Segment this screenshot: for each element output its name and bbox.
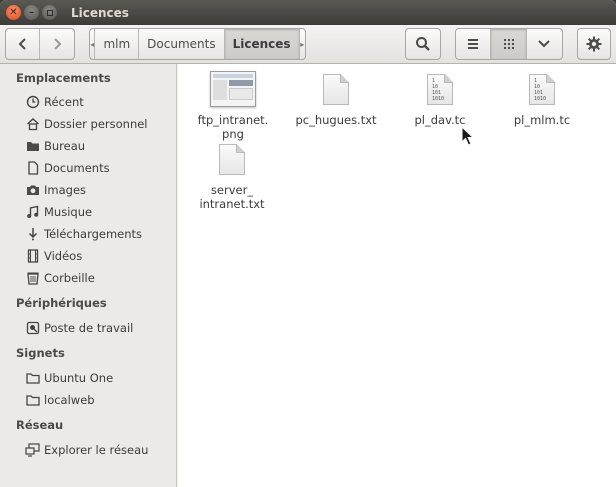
settings-button[interactable] bbox=[577, 28, 611, 60]
sidebar-item-videos[interactable]: Vidéos bbox=[0, 246, 176, 266]
file-item[interactable]: pc_hugues.txt bbox=[288, 70, 384, 127]
arrow-left-icon: ◂ bbox=[90, 39, 95, 49]
folder-icon bbox=[25, 139, 40, 154]
file-item[interactable]: 1 10 101 1010 pl_mlm.tc bbox=[494, 70, 590, 127]
sidebar-item-desktop[interactable]: Bureau bbox=[0, 136, 176, 156]
path-bar: ◂ mlm Documents Licences ▸ bbox=[89, 28, 306, 60]
section-title-devices: Périphériques bbox=[16, 296, 107, 310]
sidebar-item-downloads[interactable]: Téléchargements bbox=[0, 224, 176, 244]
title-bar: ✕ – Licences bbox=[0, 0, 616, 25]
text-file-icon bbox=[323, 70, 349, 108]
path-scroll-right-button[interactable]: ▸ bbox=[300, 29, 305, 59]
section-title-places: Emplacements bbox=[16, 71, 111, 85]
window-title: Licences bbox=[71, 5, 129, 20]
view-options-button[interactable] bbox=[527, 29, 562, 59]
close-window-button[interactable]: ✕ bbox=[6, 5, 21, 20]
search-button[interactable] bbox=[405, 28, 441, 60]
grid-view-button[interactable] bbox=[491, 29, 527, 59]
arrow-right-icon: ▸ bbox=[300, 39, 305, 49]
image-thumbnail-icon bbox=[210, 70, 256, 108]
film-icon bbox=[25, 249, 40, 264]
sidebar-item-music[interactable]: Musique bbox=[0, 202, 176, 222]
maximize-window-button[interactable] bbox=[42, 5, 57, 20]
sidebar-item-computer[interactable]: Poste de travail bbox=[0, 318, 176, 338]
folder-icon bbox=[25, 393, 40, 408]
list-icon bbox=[468, 39, 479, 49]
sidebar-item-ubuntu-one[interactable]: Ubuntu One bbox=[0, 368, 176, 388]
breadcrumb-documents[interactable]: Documents bbox=[139, 29, 225, 59]
clock-icon bbox=[25, 95, 40, 110]
download-icon bbox=[25, 227, 40, 242]
sidebar-item-recent[interactable]: Récent bbox=[0, 92, 176, 112]
music-icon bbox=[25, 205, 40, 220]
sidebar-item-documents[interactable]: Documents bbox=[0, 158, 176, 178]
breadcrumb-licences[interactable]: Licences bbox=[224, 29, 300, 59]
trash-icon bbox=[25, 271, 40, 286]
home-icon bbox=[25, 117, 40, 132]
document-icon bbox=[25, 161, 40, 176]
history-nav-group bbox=[5, 28, 75, 60]
sidebar-item-trash[interactable]: Corbeille bbox=[0, 268, 176, 288]
maximize-icon bbox=[46, 9, 53, 16]
folder-icon bbox=[25, 371, 40, 386]
network-icon bbox=[25, 443, 40, 458]
mouse-pointer-icon bbox=[461, 126, 475, 146]
file-item[interactable]: ftp_intranet. png bbox=[185, 70, 281, 141]
sidebar-item-browse-network[interactable]: Explorer le réseau bbox=[0, 440, 176, 460]
text-file-icon bbox=[219, 140, 245, 178]
chevron-left-icon bbox=[18, 38, 26, 50]
sidebar: Emplacements Récent Dossier personnel Bu… bbox=[0, 64, 177, 487]
sidebar-item-home[interactable]: Dossier personnel bbox=[0, 114, 176, 134]
forward-button[interactable] bbox=[40, 29, 74, 59]
binary-file-icon: 1 10 101 1010 bbox=[427, 70, 453, 108]
chevron-down-icon bbox=[538, 40, 551, 48]
section-title-network: Réseau bbox=[16, 418, 64, 432]
file-manager-window: ✕ – Licences ◂ mlm Documents Licences ▸ bbox=[0, 0, 616, 487]
camera-icon bbox=[25, 183, 40, 198]
search-icon bbox=[416, 37, 430, 51]
sidebar-item-images[interactable]: Images bbox=[0, 180, 176, 200]
section-title-bookmarks: Signets bbox=[16, 346, 65, 360]
file-item[interactable]: server_ intranet.txt bbox=[184, 140, 280, 211]
minimize-icon: – bbox=[29, 6, 34, 18]
toolbar: ◂ mlm Documents Licences ▸ bbox=[0, 25, 616, 64]
binary-file-icon: 1 10 101 1010 bbox=[529, 70, 555, 108]
back-button[interactable] bbox=[6, 29, 41, 59]
gear-icon bbox=[586, 36, 602, 52]
file-item[interactable]: 1 10 101 1010 pl_dav.tc bbox=[392, 70, 488, 127]
file-view: ftp_intranet. png pc_hugues.txt 1 10 101… bbox=[178, 64, 616, 487]
drive-icon bbox=[25, 321, 40, 336]
view-mode-group bbox=[455, 28, 563, 60]
minimize-window-button[interactable]: – bbox=[24, 5, 39, 20]
grid-icon bbox=[503, 39, 514, 49]
chevron-right-icon bbox=[54, 38, 62, 50]
breadcrumb-mlm[interactable]: mlm bbox=[95, 29, 140, 59]
list-view-button[interactable] bbox=[456, 29, 492, 59]
close-icon: ✕ bbox=[9, 6, 18, 18]
sidebar-item-localweb[interactable]: localweb bbox=[0, 390, 176, 410]
